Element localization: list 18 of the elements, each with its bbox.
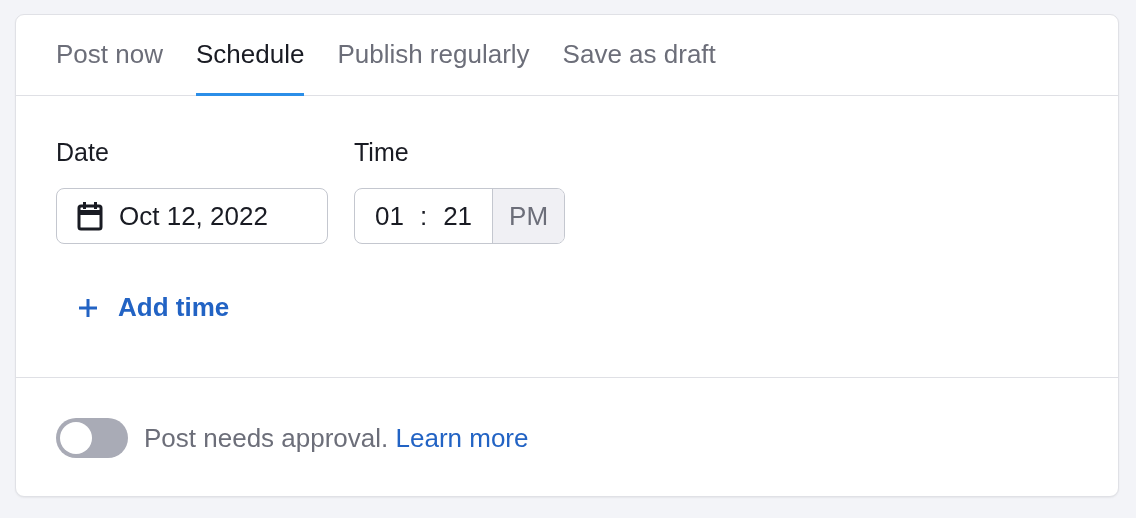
calendar-icon — [77, 201, 103, 231]
hour-value[interactable]: 01 — [355, 196, 412, 236]
approval-text: Post needs approval. Learn more — [144, 421, 529, 455]
minute-value[interactable]: 21 — [435, 196, 493, 236]
tab[interactable]: Save as draft — [562, 15, 716, 96]
learn-more-link[interactable]: Learn more — [395, 422, 529, 453]
period-selector[interactable]: PM — [492, 189, 565, 243]
tab[interactable]: Schedule — [195, 15, 305, 96]
plus-icon — [78, 297, 98, 318]
add-time-button[interactable]: Add time — [78, 288, 230, 327]
tab[interactable]: Post now — [56, 15, 163, 96]
field-label: Date — [56, 140, 110, 165]
approval-toggle[interactable] — [56, 418, 128, 458]
time-separator: : — [418, 199, 429, 233]
time-field[interactable]: 01 : 21 PM — [354, 188, 566, 244]
field-label: Time — [354, 140, 410, 165]
date-field[interactable]: Oct 12, 2022 — [56, 188, 328, 244]
tab[interactable]: Publish regularly — [337, 15, 530, 96]
